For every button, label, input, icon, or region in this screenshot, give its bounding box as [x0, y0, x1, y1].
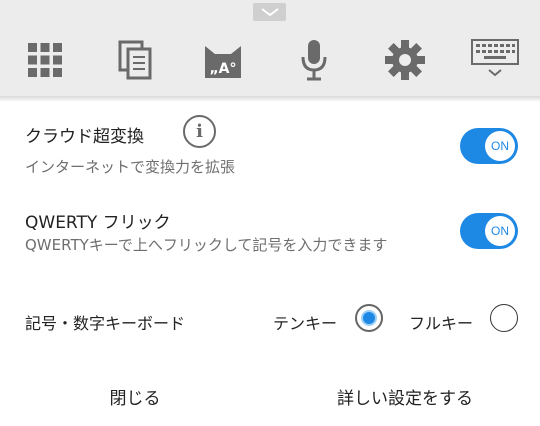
settings-panel: クラウド超変換 i インターネットで変換力を拡張 ON QWERTY フリック … [0, 96, 540, 426]
cat-face-icon[interactable]: „A° [201, 38, 245, 82]
copy-icon[interactable] [113, 38, 157, 82]
close-button[interactable]: 閉じる [60, 378, 210, 414]
info-icon[interactable]: i [183, 115, 216, 148]
qwerty-flick-description: QWERTYキーで上へフリックして記号を入力できます [25, 236, 388, 254]
toggle-state-label: ON [485, 216, 515, 246]
tenkey-radio[interactable] [355, 304, 383, 332]
panel-divider [0, 96, 540, 102]
cloud-conversion-description: インターネットで変換力を拡張 [25, 158, 236, 176]
microphone-icon[interactable] [292, 38, 336, 82]
svg-text:„A°: „A° [209, 61, 236, 77]
collapse-chevron-icon[interactable] [253, 3, 286, 21]
grid-icon[interactable] [23, 38, 67, 82]
fullkey-radio[interactable] [490, 304, 518, 332]
qwerty-flick-title: QWERTY フリック [25, 213, 171, 233]
cloud-conversion-toggle[interactable]: ON [460, 128, 518, 164]
detailed-settings-button[interactable]: 詳しい設定をする [310, 378, 500, 414]
tenkey-option-label[interactable]: テンキー [273, 310, 337, 334]
keyboard-toolbar: „A° [0, 0, 540, 96]
gear-icon[interactable] [383, 38, 427, 82]
toggle-state-label: ON [485, 131, 515, 161]
symbol-keyboard-label: 記号・数字キーボード [25, 314, 186, 333]
cloud-conversion-title: クラウド超変換 [25, 127, 144, 147]
keyboard-icon[interactable] [470, 36, 520, 80]
qwerty-flick-toggle[interactable]: ON [460, 213, 518, 249]
radio-selected-dot [361, 310, 377, 326]
fullkey-option-label[interactable]: フルキー [409, 310, 473, 334]
